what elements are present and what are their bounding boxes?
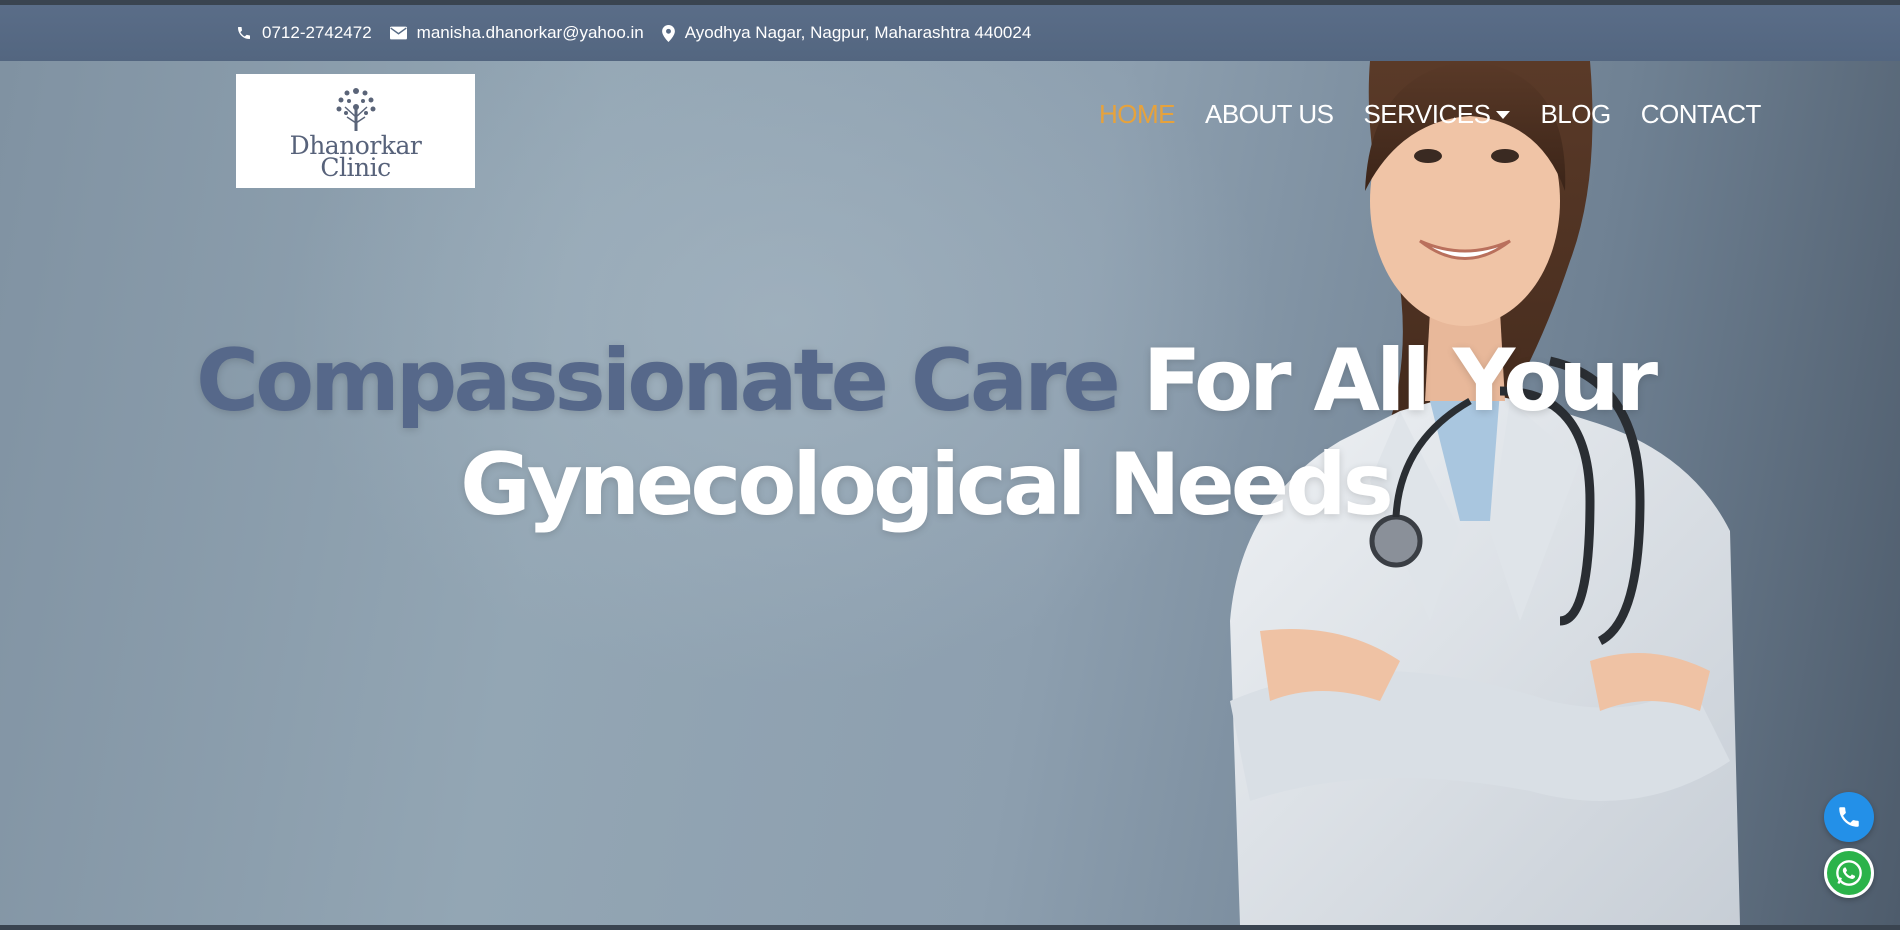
nav-item-contact[interactable]: CONTACT bbox=[1641, 99, 1762, 130]
page: 0712-2742472 manisha.dhanorkar@yahoo.in … bbox=[0, 0, 1900, 930]
headline-accent: Compassionate Care bbox=[195, 331, 1121, 431]
bottom-border bbox=[0, 925, 1900, 930]
hero-section: Dhanorkar Clinic HOME ABOUT US SERVICES … bbox=[0, 61, 1900, 925]
address-info[interactable]: Ayodhya Nagar, Nagpur, Maharashtra 44002… bbox=[661, 23, 1032, 43]
email-text: manisha.dhanorkar@yahoo.in bbox=[416, 23, 644, 42]
envelope-icon bbox=[389, 26, 407, 40]
whatsapp-icon bbox=[1836, 860, 1862, 886]
chevron-down-icon bbox=[1496, 110, 1511, 119]
contact-info-bar: 0712-2742472 manisha.dhanorkar@yahoo.in … bbox=[0, 5, 1900, 61]
clinic-logo[interactable]: Dhanorkar Clinic bbox=[236, 74, 475, 188]
whatsapp-button[interactable] bbox=[1824, 848, 1874, 898]
call-button[interactable] bbox=[1824, 792, 1874, 842]
main-nav: HOME ABOUT US SERVICES BLOG CONTACT bbox=[1099, 99, 1791, 130]
nav-item-services[interactable]: SERVICES bbox=[1363, 99, 1511, 130]
headline-line2: Gynecological Needs bbox=[460, 435, 1394, 535]
call-icon bbox=[1839, 807, 1859, 827]
nav-item-blog[interactable]: BLOG bbox=[1540, 99, 1611, 130]
headline-rest: For All Your bbox=[1116, 331, 1658, 431]
map-marker-icon bbox=[661, 24, 675, 42]
hero-headline: Compassionate Care For All Your Gynecolo… bbox=[0, 329, 1850, 537]
phone-icon bbox=[238, 27, 250, 39]
nav-item-home[interactable]: HOME bbox=[1099, 99, 1176, 130]
nav-item-services-label: SERVICES bbox=[1363, 99, 1491, 129]
address-text: Ayodhya Nagar, Nagpur, Maharashtra 44002… bbox=[684, 23, 1032, 42]
phone-info[interactable]: 0712-2742472 bbox=[236, 23, 372, 43]
nav-item-about-us[interactable]: ABOUT US bbox=[1205, 99, 1334, 130]
logo-text-line2: Clinic bbox=[320, 153, 391, 182]
phone-text: 0712-2742472 bbox=[262, 23, 372, 42]
email-info[interactable]: manisha.dhanorkar@yahoo.in bbox=[389, 23, 644, 43]
tree-logo-icon bbox=[336, 88, 375, 131]
